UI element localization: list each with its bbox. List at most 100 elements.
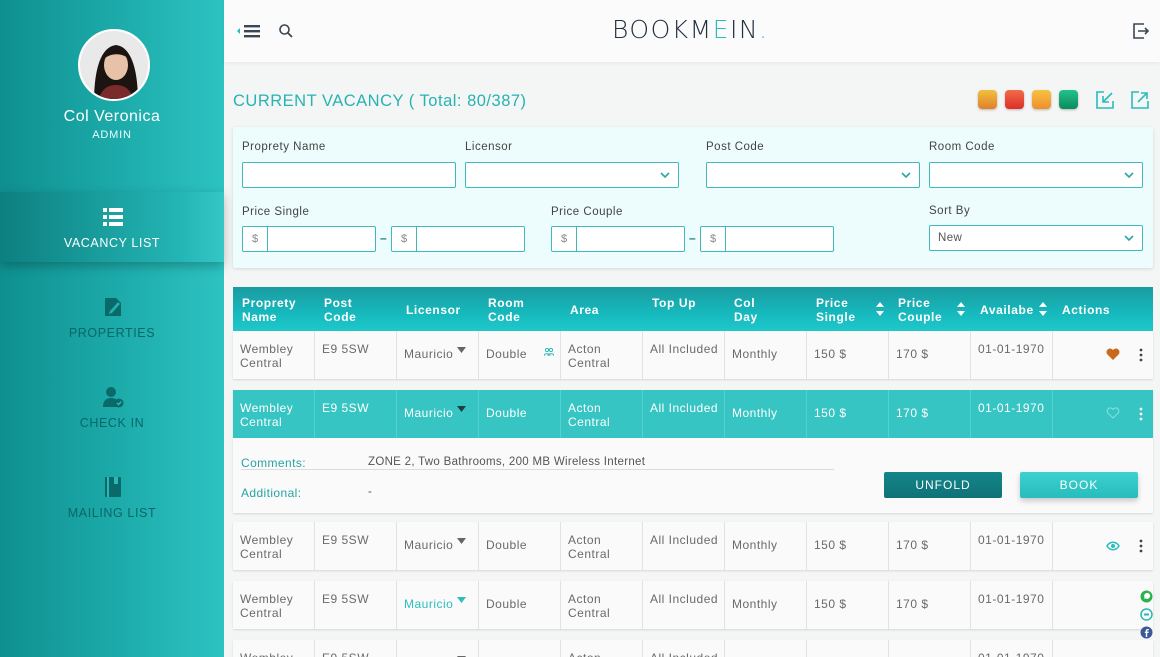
- area-text: ActonCentral: [568, 401, 611, 429]
- topup-text: All Included: [650, 401, 719, 415]
- color-filter-red[interactable]: [1005, 90, 1024, 109]
- heart-outline-icon[interactable]: [1106, 407, 1120, 419]
- col-header-col-day[interactable]: Col Day: [734, 296, 758, 324]
- cell-room: Double: [479, 331, 561, 379]
- couple-text: 170 $: [896, 538, 929, 552]
- unfold-button[interactable]: UNFOLD: [884, 472, 1002, 498]
- brand-logo[interactable]: BOOKMEIN.: [612, 15, 769, 44]
- additional-label: Additional:: [241, 486, 302, 500]
- sort-by-select[interactable]: New: [929, 225, 1143, 251]
- chevron-down-icon: [1124, 172, 1134, 179]
- sidebar-item-vacancy-list[interactable]: VACANCY LIST: [0, 192, 224, 262]
- sidebar-item-mailing-list[interactable]: MAILING LIST: [0, 462, 224, 532]
- caret-down-icon[interactable]: [457, 597, 466, 603]
- caret-down-icon[interactable]: [457, 538, 466, 544]
- sort-icon[interactable]: [875, 301, 885, 317]
- cell-couple: 170 $: [889, 390, 971, 438]
- heart-filled-icon[interactable]: [1106, 348, 1120, 360]
- more-vertical-icon[interactable]: [1139, 539, 1143, 553]
- topup-text: All Included: [650, 342, 719, 356]
- price-single-min-input[interactable]: $: [242, 226, 376, 252]
- col-header-property-name[interactable]: Proprety Name: [242, 296, 296, 324]
- comments-value: ZONE 2, Two Bathrooms, 200 MB Wireless I…: [368, 456, 646, 468]
- cell-single: 150 $: [807, 390, 889, 438]
- cell-area: ActonCentral: [561, 331, 643, 379]
- col-header-price-single[interactable]: Price Single: [816, 296, 856, 324]
- logout-icon[interactable]: [1132, 22, 1150, 40]
- color-filter-yellow[interactable]: [1032, 90, 1051, 109]
- currency-prefix: $: [392, 227, 417, 251]
- room-code-select[interactable]: [929, 162, 1143, 188]
- caret-down-icon[interactable]: [457, 347, 466, 353]
- table-row[interactable]: WembleyCentralE9 5SWMauricioDoubleActonC…: [233, 640, 1153, 657]
- cell-area: ActonCentral: [561, 581, 643, 629]
- price-single-max-input[interactable]: $: [391, 226, 525, 252]
- available-text: 01-01-1970: [978, 342, 1045, 356]
- sidebar-item-properties[interactable]: PROPERTIES: [0, 282, 224, 352]
- book-button[interactable]: BOOK: [1020, 472, 1138, 498]
- more-vertical-icon[interactable]: [1139, 407, 1143, 421]
- range-dash: –: [380, 231, 387, 245]
- topup-text: All Included: [650, 533, 719, 547]
- more-vertical-icon[interactable]: [1139, 348, 1143, 362]
- color-filter-orange[interactable]: [978, 90, 997, 109]
- price-couple-max-input[interactable]: $: [700, 226, 834, 252]
- menu-toggle-icon[interactable]: [236, 23, 262, 39]
- available-text: 01-01-1970: [978, 592, 1045, 606]
- area-text: ActonCentral: [568, 651, 610, 657]
- user-role: ADMIN: [92, 129, 132, 141]
- col-header-top-up[interactable]: Top Up: [652, 296, 696, 310]
- sort-icon[interactable]: [1038, 301, 1048, 317]
- facebook-icon[interactable]: [1140, 626, 1153, 639]
- sort-icon[interactable]: [956, 301, 966, 317]
- area-text: ActonCentral: [568, 342, 611, 370]
- price-couple-min-input[interactable]: $: [551, 226, 685, 252]
- import-icon[interactable]: [1095, 90, 1115, 110]
- chat-icon[interactable]: [1140, 608, 1153, 621]
- table-row[interactable]: WembleyCentralE9 5SWMauricioDoubleActonC…: [233, 522, 1153, 570]
- col-header-room-code[interactable]: Room Code: [488, 296, 524, 324]
- cell-topup: All Included: [643, 390, 725, 438]
- comments-label: Comments:: [241, 456, 306, 470]
- row-details-panel: Comments: ZONE 2, Two Bathrooms, 200 MB …: [233, 438, 1153, 513]
- licensor-text: Mauricio: [404, 538, 454, 552]
- table-row[interactable]: WembleyCentralE9 5SWMauricioDoubleActonC…: [233, 390, 1153, 438]
- col-header-post-code[interactable]: Post Code: [324, 296, 356, 324]
- avatar[interactable]: [78, 29, 150, 101]
- table-row[interactable]: WembleyCentralE9 5SWMauricioDoubleActonC…: [233, 331, 1153, 379]
- sidebar-item-label: PROPERTIES: [68, 326, 156, 340]
- cell-available: 01-01-1970: [971, 390, 1053, 438]
- cell-colday: Monthly: [725, 390, 807, 438]
- post-code-select[interactable]: [706, 162, 920, 188]
- property-name-input[interactable]: [242, 162, 456, 188]
- cell-single: 150 $: [807, 581, 889, 629]
- cell-licensor: Mauricio: [397, 522, 479, 570]
- currency-prefix: $: [701, 227, 726, 251]
- col-header-area[interactable]: Area: [570, 303, 599, 317]
- cell-single: 150 $: [807, 331, 889, 379]
- licensor-select[interactable]: [465, 162, 679, 188]
- chevron-down-icon: [1124, 235, 1134, 242]
- cell-topup: All Included: [643, 640, 725, 657]
- whatsapp-icon[interactable]: [1140, 590, 1153, 603]
- search-icon[interactable]: [278, 23, 294, 39]
- sort-by-label: Sort By: [929, 205, 971, 217]
- room-text: Double: [486, 406, 528, 420]
- post-text: E9 5SW: [322, 342, 370, 356]
- color-filter-green[interactable]: [1059, 90, 1078, 109]
- eye-icon[interactable]: [1106, 541, 1120, 551]
- area-text: ActonCentral: [568, 592, 611, 620]
- caret-down-icon[interactable]: [457, 406, 466, 412]
- external-link-icon[interactable]: [1130, 90, 1150, 110]
- divider: [241, 469, 834, 470]
- cell-actions: [1053, 640, 1153, 657]
- name-text: WembleyCentral: [240, 533, 294, 561]
- col-header-available[interactable]: Availabe: [980, 303, 1034, 317]
- table-row[interactable]: WembleyCentralE9 5SWMauricioDoubleActonC…: [233, 581, 1153, 629]
- cell-topup: All Included: [643, 581, 725, 629]
- post-text: E9 5SW: [322, 592, 370, 606]
- col-header-licensor[interactable]: Licensor: [406, 303, 461, 317]
- sidebar-item-check-in[interactable]: CHECK IN: [0, 372, 224, 442]
- couple-text: 170 $: [896, 347, 929, 361]
- col-header-price-couple[interactable]: Price Couple: [898, 296, 942, 324]
